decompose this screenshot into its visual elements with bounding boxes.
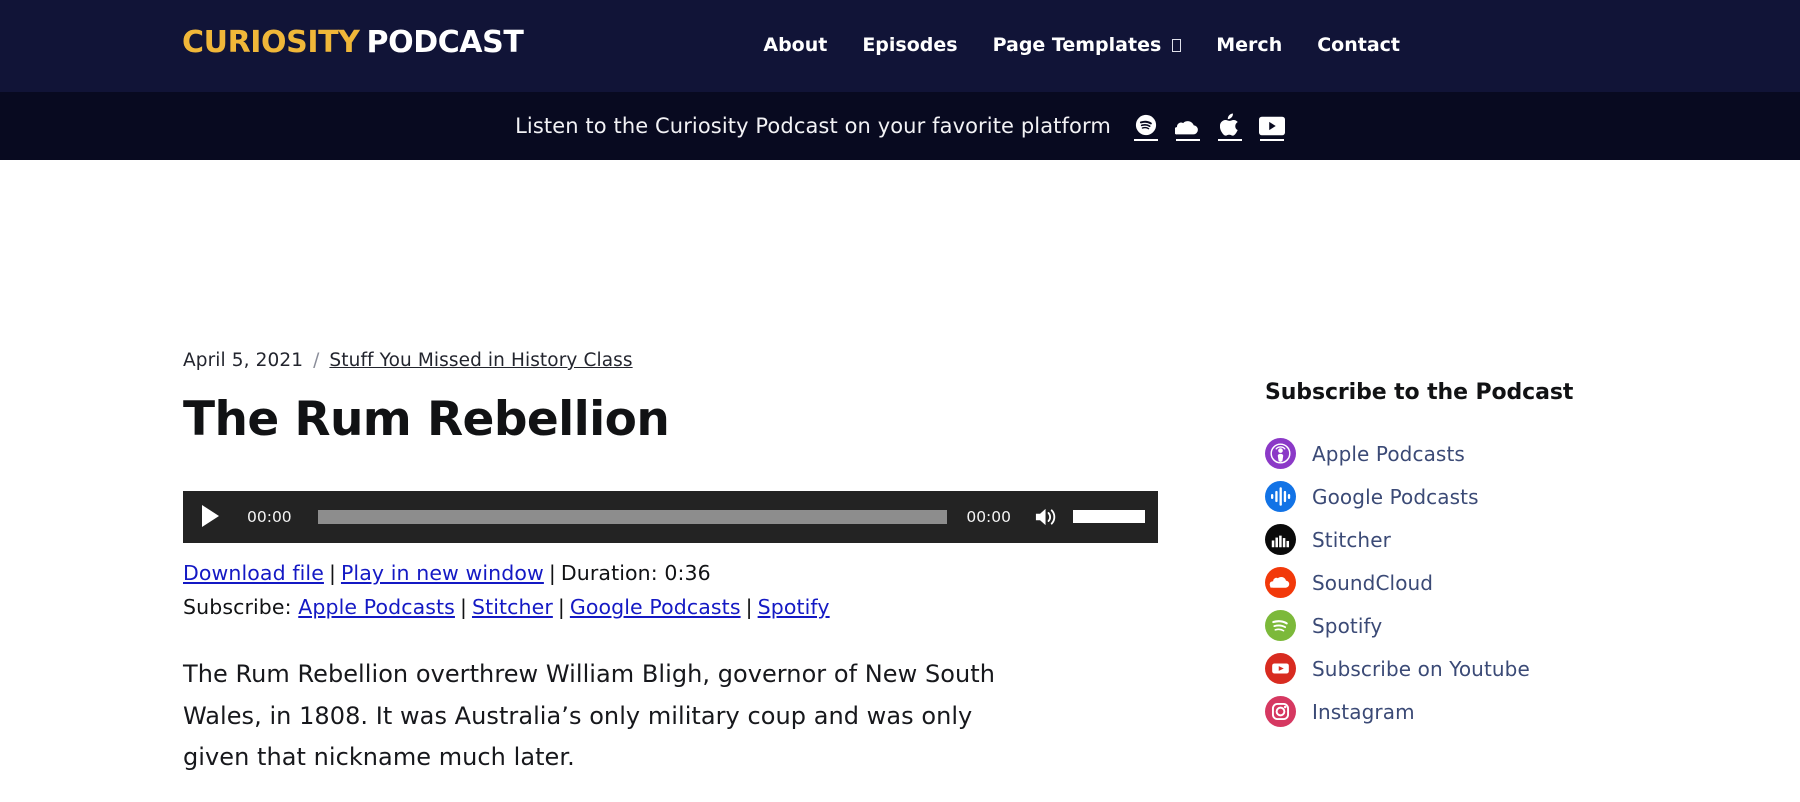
sidebar-item-label: Instagram	[1312, 699, 1415, 724]
subscribe-list: Apple Podcasts Google Podcasts Stitcher …	[1265, 432, 1665, 733]
soundcloud-icon[interactable]	[1174, 111, 1201, 141]
main-navigation: About Episodes Page Templates Merch Cont…	[763, 33, 1400, 57]
instagram-icon	[1265, 696, 1296, 727]
progress-slider[interactable]	[317, 509, 948, 524]
current-time: 00:00	[247, 507, 292, 526]
icon-underline	[1259, 139, 1284, 141]
google-podcasts-icon	[1265, 481, 1296, 512]
nav-label: Contact	[1317, 34, 1400, 56]
icon-underline	[1133, 139, 1158, 141]
nav-label: About	[763, 34, 828, 56]
nav-item-about[interactable]: About	[763, 33, 827, 57]
post-date: April 5, 2021	[183, 350, 304, 371]
subscribe-link-stitcher[interactable]: Stitcher	[472, 595, 553, 619]
youtube-icon	[1265, 653, 1296, 684]
logo-text-primary: CURIOSITY	[182, 25, 360, 60]
pipe-separator: |	[557, 594, 565, 619]
spotify-icon[interactable]	[1133, 111, 1159, 141]
site-header: CURIOSITY PODCAST About Episodes Page Tem…	[0, 0, 1800, 92]
sidebar-item-instagram[interactable]: Instagram	[1265, 690, 1665, 733]
play-button[interactable]	[202, 505, 222, 528]
logo-text-secondary: PODCAST	[366, 25, 524, 60]
sidebar-item-google-podcasts[interactable]: Google Podcasts	[1265, 475, 1665, 518]
article-column: April 5, 2021 / Stuff You Missed in Histor…	[183, 350, 1163, 802]
sidebar-item-label: Stitcher	[1312, 527, 1391, 552]
post-meta: April 5, 2021 / Stuff You Missed in Histor…	[183, 350, 1163, 372]
player-links-row-1: Download file | Play in new window | Duratio…	[183, 557, 1163, 591]
icon-underline	[1175, 139, 1200, 141]
sidebar-item-youtube[interactable]: Subscribe on Youtube	[1265, 647, 1665, 690]
youtube-icon[interactable]	[1258, 111, 1285, 141]
player-links: Download file | Play in new window | Duratio…	[183, 557, 1163, 625]
play-in-new-window-link[interactable]: Play in new window	[341, 561, 544, 585]
download-file-link[interactable]: Download file	[183, 561, 324, 585]
subscribe-link-apple-podcasts[interactable]: Apple Podcasts	[298, 595, 455, 619]
sidebar-title: Subscribe to the Podcast	[1265, 380, 1574, 405]
post-category-link[interactable]: Stuff You Missed in History Class	[329, 350, 632, 371]
chevron-down-icon	[1172, 38, 1182, 52]
apple-icon[interactable]	[1217, 111, 1243, 141]
page-title: The Rum Rebellion	[183, 392, 670, 448]
duration-time: 00:00	[966, 507, 1011, 526]
soundcloud-icon	[1265, 567, 1296, 598]
nav-item-contact[interactable]: Contact	[1317, 33, 1400, 57]
player-links-row-2: Subscribe: Apple Podcasts | Stitcher | Googl…	[183, 591, 1163, 625]
site-logo[interactable]: CURIOSITY PODCAST	[182, 25, 524, 60]
sidebar-item-label: Google Podcasts	[1312, 484, 1479, 509]
pipe-separator: |	[548, 560, 556, 585]
spotify-icon	[1265, 610, 1296, 641]
apple-podcasts-icon	[1265, 438, 1296, 469]
icon-underline	[1217, 139, 1242, 141]
sidebar-item-label: SoundCloud	[1312, 570, 1434, 595]
platform-icon-list	[1133, 111, 1285, 141]
stitcher-icon	[1265, 524, 1296, 555]
mute-button[interactable]	[1034, 506, 1059, 528]
subscribe-link-spotify[interactable]: Spotify	[758, 595, 830, 619]
nav-item-page-templates[interactable]: Page Templates	[993, 33, 1182, 57]
nav-label: Merch	[1216, 34, 1283, 56]
listen-banner: Listen to the Curiosity Podcast on your …	[0, 92, 1800, 160]
duration-text: Duration: 0:36	[560, 560, 711, 585]
listen-banner-text: Listen to the Curiosity Podcast on your …	[515, 114, 1111, 138]
sidebar-item-soundcloud[interactable]: SoundCloud	[1265, 561, 1665, 604]
pipe-separator: |	[745, 594, 753, 619]
meta-separator: /	[313, 350, 320, 371]
pipe-separator: |	[459, 594, 467, 619]
sidebar-item-label: Spotify	[1312, 613, 1383, 638]
pipe-separator: |	[328, 560, 336, 585]
sidebar-item-spotify[interactable]: Spotify	[1265, 604, 1665, 647]
sidebar-item-stitcher[interactable]: Stitcher	[1265, 518, 1665, 561]
nav-item-episodes[interactable]: Episodes	[862, 33, 957, 57]
nav-label: Episodes	[862, 34, 958, 56]
sidebar-item-apple-podcasts[interactable]: Apple Podcasts	[1265, 432, 1665, 475]
subscribe-label: Subscribe:	[183, 594, 292, 619]
subscribe-link-google-podcasts[interactable]: Google Podcasts	[570, 595, 741, 619]
post-body-text: The Rum Rebellion overthrew William Blig…	[183, 660, 995, 771]
audio-player[interactable]: 00:00 00:00	[183, 490, 1158, 543]
sidebar: Subscribe to the Podcast Apple Podcasts	[1265, 380, 1665, 733]
sidebar-item-label: Subscribe on Youtube	[1312, 656, 1530, 681]
volume-slider[interactable]	[1073, 510, 1145, 524]
sidebar-item-label: Apple Podcasts	[1312, 441, 1465, 466]
nav-label: Page Templates	[992, 34, 1162, 56]
nav-item-merch[interactable]: Merch	[1216, 33, 1282, 57]
